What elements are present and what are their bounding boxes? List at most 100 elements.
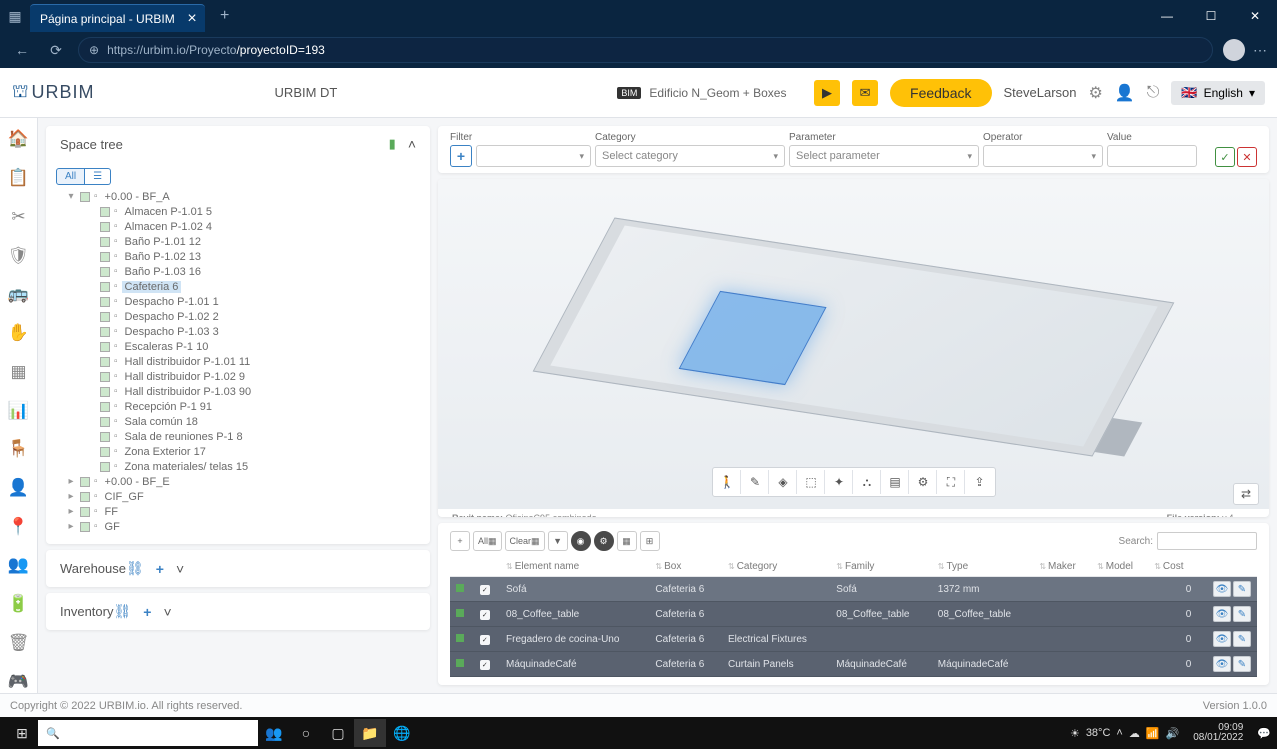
space-tree-header[interactable]: Space tree ▮ ˄ xyxy=(46,126,430,162)
link-icon[interactable]: ⛓ xyxy=(126,560,144,577)
nav-checklist-icon[interactable]: 📋 xyxy=(7,167,31,190)
window-close-icon[interactable]: ✕ xyxy=(1233,0,1277,32)
row-checkbox[interactable]: ✓ xyxy=(480,585,490,595)
search-input[interactable] xyxy=(1157,532,1257,550)
tree-node[interactable]: ▸ ▫ FF xyxy=(56,504,420,519)
row-checkbox[interactable]: ✓ xyxy=(480,660,490,670)
row-view-icon[interactable]: 👁 xyxy=(1213,656,1231,672)
filter-select[interactable]: ▾ xyxy=(476,145,591,167)
settings-icon[interactable]: ⚙ xyxy=(911,470,937,494)
cube-icon[interactable]: ⬚ xyxy=(799,470,825,494)
window-maximize-icon[interactable]: ☐ xyxy=(1189,0,1233,32)
tree-node[interactable]: ▫ Zona materiales/ telas 15 xyxy=(56,459,420,474)
row-checkbox[interactable]: ✓ xyxy=(480,635,490,645)
onedrive-icon[interactable]: ☁ xyxy=(1129,727,1140,740)
row-edit-icon[interactable]: ✎ xyxy=(1233,581,1251,597)
tree-tab-filter-icon[interactable]: ☰ xyxy=(85,168,111,185)
add-icon[interactable]: + xyxy=(156,561,164,577)
profile-avatar-icon[interactable] xyxy=(1223,39,1245,61)
logout-icon[interactable]: ⎋ xyxy=(1147,84,1160,102)
table-row[interactable]: ✓ Sofá Cafeteria 6 Sofá 1372 mm 0 👁 ✎ xyxy=(450,577,1257,602)
table-grid-button[interactable]: ⊞ xyxy=(640,531,660,551)
column-header[interactable]: ⇅Model xyxy=(1091,557,1148,577)
category-select[interactable]: Select category▾ xyxy=(595,145,785,167)
add-icon[interactable]: + xyxy=(143,604,151,620)
nav-game-icon[interactable]: 🎮 xyxy=(7,670,31,693)
edit-tool-icon[interactable]: ✎ xyxy=(743,470,769,494)
space-tree[interactable]: ▾ ▫ +0.00 - BF_A ▫ Almacen P-1.01 5 ▫ Al… xyxy=(56,189,420,534)
tree-node[interactable]: ▫ Baño P-1.01 12 xyxy=(56,234,420,249)
link-icon[interactable]: ⛓ xyxy=(113,603,131,620)
weather-icon[interactable]: ☀ xyxy=(1070,727,1080,740)
table-clear-button[interactable]: Clear ▦ xyxy=(505,531,545,551)
filter-clear-button[interactable]: ✕ xyxy=(1237,147,1257,167)
tree-node[interactable]: ▾ ▫ +0.00 - BF_A xyxy=(56,189,420,204)
column-header[interactable]: ⇅Family xyxy=(830,557,932,577)
edge-icon[interactable]: 🌐 xyxy=(386,719,418,747)
app-logo[interactable]: ⛫ URBIM xyxy=(12,81,95,105)
chevron-down-icon[interactable]: ˅ xyxy=(163,604,171,620)
column-header[interactable]: ⇅Box xyxy=(649,557,722,577)
row-edit-icon[interactable]: ✎ xyxy=(1233,606,1251,622)
sound-icon[interactable]: 🔊 xyxy=(1166,727,1180,740)
viewer-swap-button[interactable]: ⇄ xyxy=(1233,483,1259,505)
tree-node[interactable]: ▫ Despacho P-1.01 1 xyxy=(56,294,420,309)
feedback-button[interactable]: Feedback xyxy=(890,79,991,107)
tree-node[interactable]: ▫ Cafeteria 6 xyxy=(56,279,420,294)
taskbar-search[interactable]: 🔍 xyxy=(38,720,258,746)
filter-apply-button[interactable]: ✓ xyxy=(1215,147,1235,167)
warehouse-header[interactable]: Warehouse ⛓ + ˅ xyxy=(46,550,430,587)
row-edit-icon[interactable]: ✎ xyxy=(1233,631,1251,647)
tree-node[interactable]: ▫ Escaleras P-1 10 xyxy=(56,339,420,354)
screenshot-icon[interactable]: ⛶ xyxy=(939,470,965,494)
nav-analytics-icon[interactable]: 📊 xyxy=(7,399,31,422)
table-eye-button[interactable]: ◉ xyxy=(571,531,591,551)
table-all-button[interactable]: All ▦ xyxy=(473,531,502,551)
nav-shield-icon[interactable]: 🛡 xyxy=(7,244,31,267)
explorer-icon[interactable]: 📁 xyxy=(354,719,386,747)
youtube-icon[interactable]: ▶ xyxy=(814,80,840,106)
mail-icon[interactable]: ✉ xyxy=(852,80,878,106)
tree-node[interactable]: ▫ Almacen P-1.01 5 xyxy=(56,204,420,219)
nav-back-icon[interactable]: ← xyxy=(10,42,34,58)
properties-icon[interactable]: ▤ xyxy=(883,470,909,494)
tree-node[interactable]: ▸ ▫ GF xyxy=(56,519,420,534)
row-edit-icon[interactable]: ✎ xyxy=(1233,656,1251,672)
walk-tool-icon[interactable]: 🚶 xyxy=(715,470,741,494)
column-header[interactable]: ⇅Maker xyxy=(1033,557,1091,577)
peers-icon[interactable]: 👥 xyxy=(258,719,290,747)
settings-gear-icon[interactable]: ⚙ xyxy=(1089,83,1103,103)
row-view-icon[interactable]: 👁 xyxy=(1213,606,1231,622)
url-input[interactable]: ⊕ https://urbim.io/Proyecto /proyectoID=… xyxy=(78,37,1213,63)
table-row[interactable]: ✓ MáquinadeCafé Cafeteria 6 Curtain Pane… xyxy=(450,652,1257,677)
value-input[interactable] xyxy=(1107,145,1197,167)
tree-node[interactable]: ▸ ▫ +0.00 - BF_E xyxy=(56,474,420,489)
tree-node[interactable]: ▫ Despacho P-1.02 2 xyxy=(56,309,420,324)
column-header[interactable] xyxy=(1197,557,1257,577)
layers-icon[interactable]: ◈ xyxy=(771,470,797,494)
column-header[interactable]: ⇅Category xyxy=(722,557,830,577)
table-row[interactable]: ✓ 08_Coffee_table Cafeteria 6 08_Coffee_… xyxy=(450,602,1257,627)
table-row[interactable]: ✓ Fregadero de cocina-Uno Cafeteria 6 El… xyxy=(450,627,1257,652)
row-view-icon[interactable]: 👁 xyxy=(1213,631,1231,647)
column-header[interactable] xyxy=(474,557,500,577)
tree-node[interactable]: ▫ Hall distribuidor P-1.02 9 xyxy=(56,369,420,384)
column-header[interactable]: ⇅Type xyxy=(932,557,1034,577)
tree-node[interactable]: ▫ Hall distribuidor P-1.03 90 xyxy=(56,384,420,399)
tree-node[interactable]: ▸ ▫ CIF_GF xyxy=(56,489,420,504)
browser-tab[interactable]: Página principal - URBIM × xyxy=(30,4,205,32)
user-name[interactable]: SteveLarson xyxy=(1004,85,1077,100)
browser-menu-icon[interactable]: ⋯ xyxy=(1253,42,1267,59)
tree-node[interactable]: ▫ Baño P-1.02 13 xyxy=(56,249,420,264)
taskview-icon[interactable]: ▢ xyxy=(322,719,354,747)
nav-person-icon[interactable]: 👤 xyxy=(7,477,31,500)
chevron-up-icon[interactable]: ˄ xyxy=(408,136,416,152)
row-checkbox[interactable]: ✓ xyxy=(480,610,490,620)
column-header[interactable] xyxy=(450,557,474,577)
nav-refresh-icon[interactable]: ⟳ xyxy=(44,42,68,59)
tree-node[interactable]: ▫ Almacen P-1.02 4 xyxy=(56,219,420,234)
wifi-icon[interactable]: 📶 xyxy=(1146,727,1160,740)
nav-location-icon[interactable]: 📍 xyxy=(7,515,31,538)
filter-add-button[interactable]: + xyxy=(450,145,472,167)
cortana-icon[interactable]: ○ xyxy=(290,719,322,747)
